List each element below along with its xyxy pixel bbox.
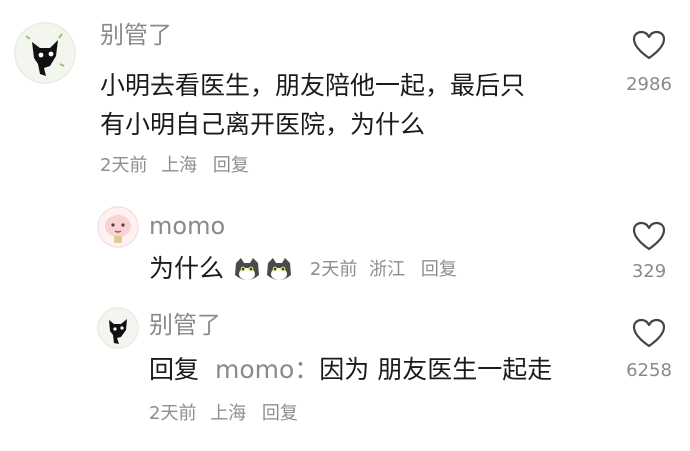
reply-time: 2天前 — [309, 259, 358, 280]
reply-text: 因为 朋友医生一起走 — [319, 355, 553, 384]
comment-reply-button[interactable]: 回复 — [213, 154, 249, 178]
cat-face-emoji-icon — [232, 255, 262, 285]
avatar[interactable] — [97, 307, 139, 349]
reply-username[interactable]: momo — [149, 211, 225, 241]
pink-character-avatar-icon — [97, 206, 139, 248]
reply-text-row: 为什么 2天前 浙江 回复 — [149, 250, 457, 288]
reply-like: 6258 — [619, 318, 679, 382]
like-count: 329 — [631, 261, 667, 282]
black-cat-avatar-icon — [14, 22, 76, 84]
comment-location: 上海 — [161, 155, 198, 176]
cat-face-emoji-icon — [264, 255, 294, 285]
heart-icon[interactable] — [632, 30, 666, 64]
avatar[interactable] — [14, 22, 76, 84]
reply-reply-button[interactable]: 回复 — [421, 258, 457, 282]
like-count: 2986 — [626, 74, 672, 95]
comment-like: 2986 — [619, 30, 679, 96]
comment-time: 2天前 — [100, 155, 148, 176]
reply-text: 为什么 — [149, 254, 225, 283]
heart-icon[interactable] — [632, 318, 666, 352]
reply-like: 329 — [619, 221, 679, 283]
heart-icon[interactable] — [632, 221, 666, 255]
avatar[interactable] — [97, 206, 139, 248]
reply-reply-button[interactable]: 回复 — [262, 402, 298, 426]
comment-username[interactable]: 别管了 — [100, 20, 172, 50]
reply-username[interactable]: 别管了 — [149, 310, 221, 340]
black-cat-avatar-icon — [97, 307, 139, 349]
reply-to-username[interactable]: momo： — [215, 355, 319, 384]
reply-location: 浙江 — [369, 259, 406, 280]
comment-text-line-2: 有小明自己离开医院，为什么 — [100, 110, 426, 139]
reply-location: 上海 — [210, 403, 247, 424]
comment-meta: 2天前 上海 回复 — [100, 154, 249, 178]
reply-time: 2天前 — [149, 403, 197, 424]
like-count: 6258 — [626, 360, 672, 381]
reply-text-row: 回复 momo：因为 朋友医生一起走 — [149, 351, 552, 389]
reply-prefix: 回复 — [149, 355, 200, 384]
comment-text-line-1: 小明去看医生，朋友陪他一起，最后只 — [100, 71, 526, 100]
reply-meta: 2天前 上海 回复 — [149, 402, 298, 426]
